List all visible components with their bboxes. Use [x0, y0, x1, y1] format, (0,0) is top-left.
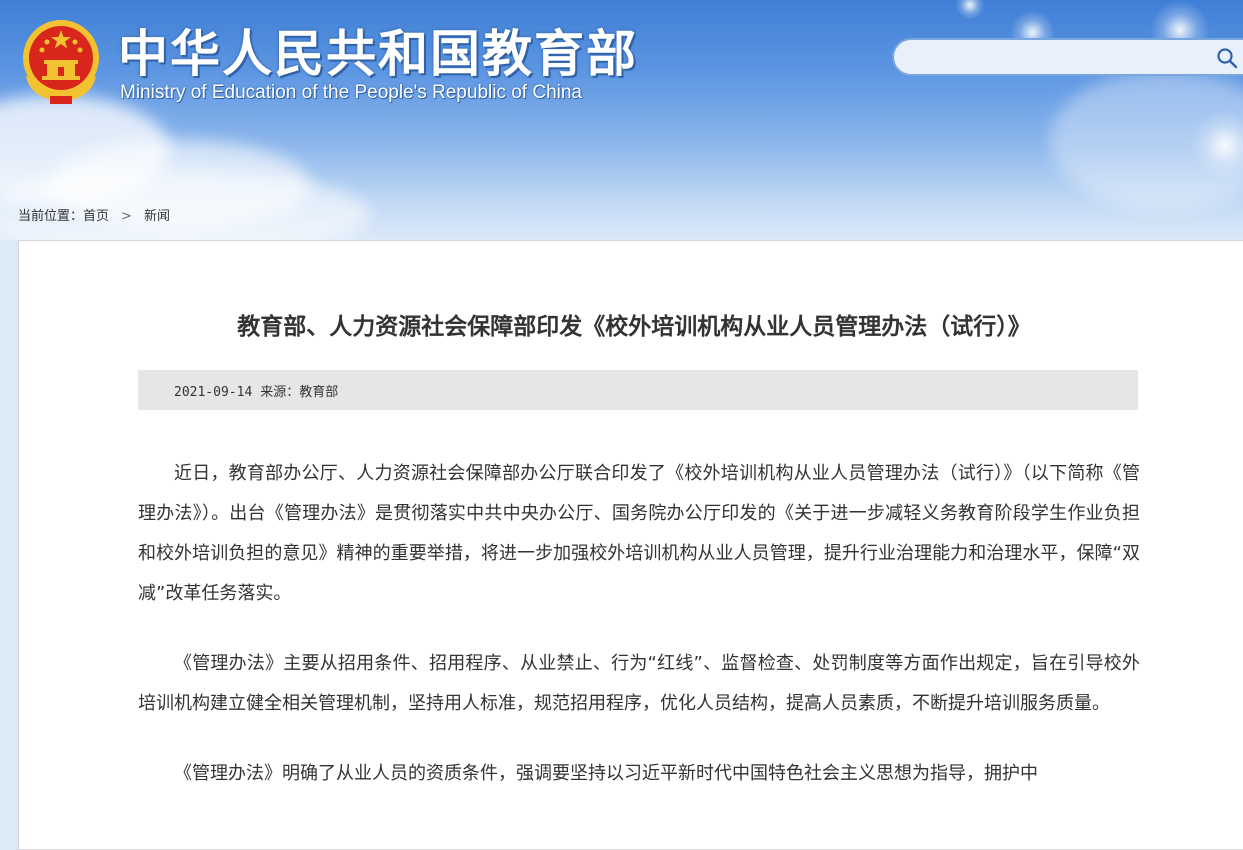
search-box[interactable]: [892, 38, 1243, 76]
article-title: 教育部、人力资源社会保障部印发《校外培训机构从业人员管理办法（试行）》: [237, 314, 1031, 340]
search-icon[interactable]: [1216, 47, 1238, 69]
site-subtitle: Ministry of Education of the People's Re…: [120, 82, 582, 103]
article-container: 教育部、人力资源社会保障部印发《校外培训机构从业人员管理办法（试行）》 2021…: [18, 240, 1243, 850]
article-date: 2021-09-14: [174, 385, 253, 400]
breadcrumb-news-link[interactable]: 新闻: [144, 209, 170, 224]
site-title[interactable]: 中华人民共和国教育部: [118, 14, 638, 86]
breadcrumb-prefix: 当前位置：: [18, 209, 84, 224]
article-meta-bar: 2021-09-14 来源：教育部: [138, 370, 1138, 410]
article-body: 近日，教育部办公厅、人力资源社会保障部办公厅联合印发了《校外培训机构从业人员管理…: [138, 454, 1140, 824]
national-emblem-icon[interactable]: [20, 18, 102, 106]
article-paragraph: 《管理办法》明确了从业人员的资质条件，强调要坚持以习近平新时代中国特色社会主义思…: [174, 763, 1038, 784]
breadcrumb-home-link[interactable]: 首页: [83, 209, 109, 224]
search-input[interactable]: [908, 46, 1212, 70]
dandelion-decoration: [955, 0, 985, 20]
breadcrumb-separator: >: [121, 209, 132, 224]
breadcrumb: 当前位置：首页 > 新闻: [18, 205, 170, 224]
article-source: 来源：教育部: [260, 385, 339, 400]
article-paragraph: 《管理办法》主要从招用条件、招用程序、从业禁止、行为“红线”、监督检查、处罚制度…: [138, 653, 1140, 714]
site-header: 中华人民共和国教育部 Ministry of Education of the …: [0, 0, 1243, 240]
article-meta: 2021-09-14 来源：教育部: [174, 381, 338, 400]
article-paragraph: 近日，教育部办公厅、人力资源社会保障部办公厅联合印发了《校外培训机构从业人员管理…: [138, 463, 1140, 604]
